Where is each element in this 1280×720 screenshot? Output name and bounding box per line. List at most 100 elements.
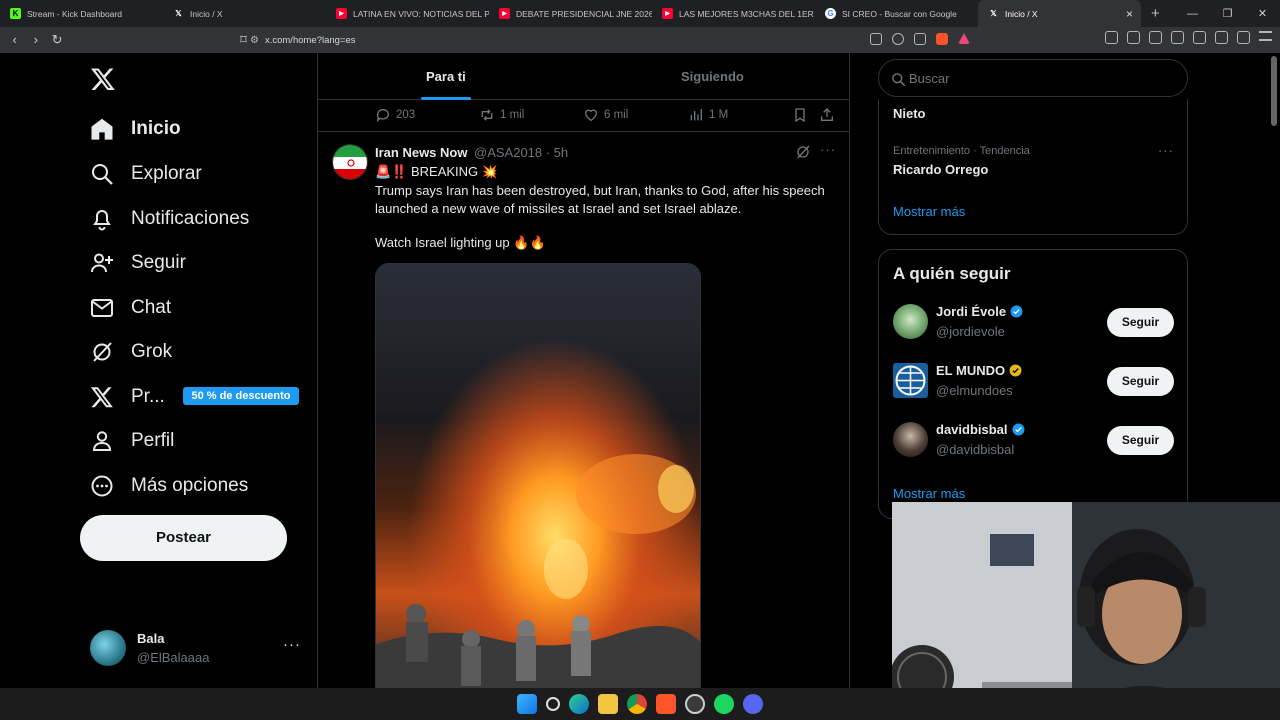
obs-icon[interactable] <box>685 694 705 714</box>
sidebar-item-grok[interactable]: Grok <box>90 339 172 365</box>
chrome-icon[interactable] <box>627 694 647 714</box>
bookmark-icon[interactable]: ⌑ <box>237 32 250 48</box>
discord-icon[interactable] <box>743 694 763 714</box>
premium-discount-badge[interactable]: 50 % de descuento <box>183 387 299 405</box>
follow-suggestion[interactable]: davidbisbal @davidbisbal Seguir <box>893 422 1178 460</box>
zoom-icon[interactable] <box>892 33 904 45</box>
x-logo-icon[interactable] <box>90 66 116 92</box>
avatar[interactable] <box>893 363 928 398</box>
tweet-video[interactable] <box>375 263 701 688</box>
share-button[interactable] <box>819 107 840 123</box>
file-explorer-icon[interactable] <box>598 694 618 714</box>
spotify-icon[interactable] <box>714 694 734 714</box>
close-window-icon[interactable]: ✕ <box>1245 7 1280 20</box>
avatar[interactable] <box>893 304 928 339</box>
extension-icon[interactable] <box>1127 31 1140 44</box>
brave-shields-icon[interactable] <box>936 33 948 45</box>
reply-count: 203 <box>396 109 416 121</box>
tab-title: LATINA EN VIVO: NOTICIAS DEL PER <box>353 8 489 19</box>
post-button[interactable]: Postear <box>80 515 287 561</box>
account-switcher[interactable]: Bala @ElBalaaaa ··· <box>90 630 310 668</box>
search-icon[interactable] <box>546 697 560 711</box>
vpn-icon[interactable] <box>1237 31 1250 44</box>
browser-tab[interactable]: ▶ DEBATE PRESIDENCIAL JNE 2026 <box>489 0 652 27</box>
suggestion-name[interactable]: davidbisbal <box>936 422 1008 437</box>
repost-button[interactable]: 1 mil <box>479 107 524 123</box>
more-icon[interactable]: ··· <box>820 142 836 157</box>
suggestion-name[interactable]: Jordi Évole <box>936 304 1006 319</box>
tweet-text-secondary: Watch Israel lighting up 🔥🔥 <box>375 235 546 250</box>
brave-icon[interactable] <box>656 694 676 714</box>
sidebar-item-perfil[interactable]: Perfil <box>90 428 174 454</box>
x-icon: 𝕏 <box>175 9 182 18</box>
x-premium-icon <box>90 387 113 408</box>
forward-icon[interactable]: › <box>29 32 42 48</box>
browser-tab[interactable]: G SI CREO - Buscar con Google <box>815 0 978 27</box>
sidebar-toggle-icon[interactable] <box>1171 31 1184 44</box>
search-input[interactable]: Buscar <box>878 59 1188 97</box>
scrollbar[interactable] <box>1271 56 1277 126</box>
browser-tab[interactable]: 𝕏 Inicio / X <box>163 0 326 27</box>
new-tab-button[interactable]: + <box>1151 5 1160 22</box>
wallet-icon[interactable] <box>1193 31 1206 44</box>
like-button[interactable]: 6 mil <box>583 107 628 123</box>
sidebar-item-notificaciones[interactable]: Notificaciones <box>90 206 249 232</box>
follow-suggestion[interactable]: Jordi Évole @jordievole Seguir <box>893 304 1178 342</box>
minimize-icon[interactable]: — <box>1175 8 1210 20</box>
trend-item[interactable]: Nieto <box>893 106 926 121</box>
avatar[interactable] <box>332 144 368 180</box>
cast-icon[interactable] <box>870 33 882 45</box>
sidebar-item-explorar[interactable]: Explorar <box>90 161 202 187</box>
extension-icon[interactable] <box>1105 31 1118 44</box>
menu-icon[interactable] <box>1259 31 1272 41</box>
browser-tab[interactable]: ▶ LAS MEJORES M3CHAS DEL 1ER DEB <box>652 0 815 27</box>
sidebar-item-seguir[interactable]: Seguir <box>90 250 186 276</box>
sidebar-item-inicio[interactable]: Inicio <box>90 116 181 142</box>
sidebar-item-chat[interactable]: Chat <box>90 295 171 321</box>
brave-rewards-icon[interactable] <box>958 33 970 44</box>
page-actions <box>870 33 970 45</box>
repost-icon <box>481 109 493 121</box>
browser-tab[interactable]: ▶ LATINA EN VIVO: NOTICIAS DEL PER <box>326 0 489 27</box>
account-handle: @ElBalaaaa <box>137 650 210 665</box>
sidebar-item-premium[interactable]: Pr... <box>90 384 165 410</box>
tab-para-ti[interactable]: Para ti <box>426 69 466 84</box>
trend-item[interactable]: Ricardo Orrego <box>893 162 988 177</box>
tab-siguiendo[interactable]: Siguiendo <box>681 69 744 84</box>
bookmark-button[interactable] <box>792 107 813 123</box>
views-button[interactable]: 1 M <box>688 107 728 123</box>
more-icon[interactable]: ··· <box>1158 143 1174 158</box>
windows-start-icon[interactable] <box>517 694 537 714</box>
show-more-link[interactable]: Mostrar más <box>893 486 965 501</box>
url-field[interactable]: x.com/home?lang=es <box>265 35 356 46</box>
share-icon[interactable] <box>914 33 926 45</box>
ai-icon[interactable] <box>1215 31 1228 44</box>
reply-button[interactable]: 203 <box>375 107 415 123</box>
suggestion-name[interactable]: EL MUNDO <box>936 363 1005 378</box>
sidebar-item-mas-opciones[interactable]: Más opciones <box>90 473 248 499</box>
follow-button[interactable]: Seguir <box>1107 426 1174 455</box>
author-name[interactable]: Iran News Now <box>375 145 467 160</box>
close-tab-icon[interactable]: × <box>1126 7 1133 21</box>
browser-tab[interactable]: K Stream - Kick Dashboard <box>0 0 163 27</box>
sidebar-item-label: Chat <box>131 297 172 318</box>
tweet[interactable]: Iran News Now @ASA2018 · 5h ··· 🚨‼️ BREA… <box>318 133 849 688</box>
edge-icon[interactable] <box>569 694 589 714</box>
grok-icon[interactable] <box>795 144 811 160</box>
follow-button[interactable]: Seguir <box>1107 308 1174 337</box>
follow-suggestion[interactable]: EL MUNDO @elmundoes Seguir <box>893 363 1178 401</box>
music-icon[interactable] <box>1149 31 1162 44</box>
site-settings-icon[interactable]: ⚙ <box>250 35 259 46</box>
follow-button[interactable]: Seguir <box>1107 367 1174 396</box>
verified-badge-icon <box>1012 423 1024 436</box>
more-icon[interactable]: ··· <box>283 636 301 653</box>
browser-tab-active[interactable]: 𝕏 Inicio / X × <box>978 0 1141 27</box>
browser-tab-bar: K Stream - Kick Dashboard 𝕏 Inicio / X ▶ LA… <box>0 0 1280 27</box>
reload-icon[interactable]: ↻ <box>50 32 63 48</box>
author-handle-time[interactable]: @ASA2018 · 5h <box>474 145 568 160</box>
back-icon[interactable]: ‹ <box>8 32 21 48</box>
restore-icon[interactable]: ❐ <box>1210 7 1245 20</box>
show-more-link[interactable]: Mostrar más <box>893 204 965 219</box>
avatar[interactable] <box>893 422 928 457</box>
reply-icon <box>376 109 389 122</box>
